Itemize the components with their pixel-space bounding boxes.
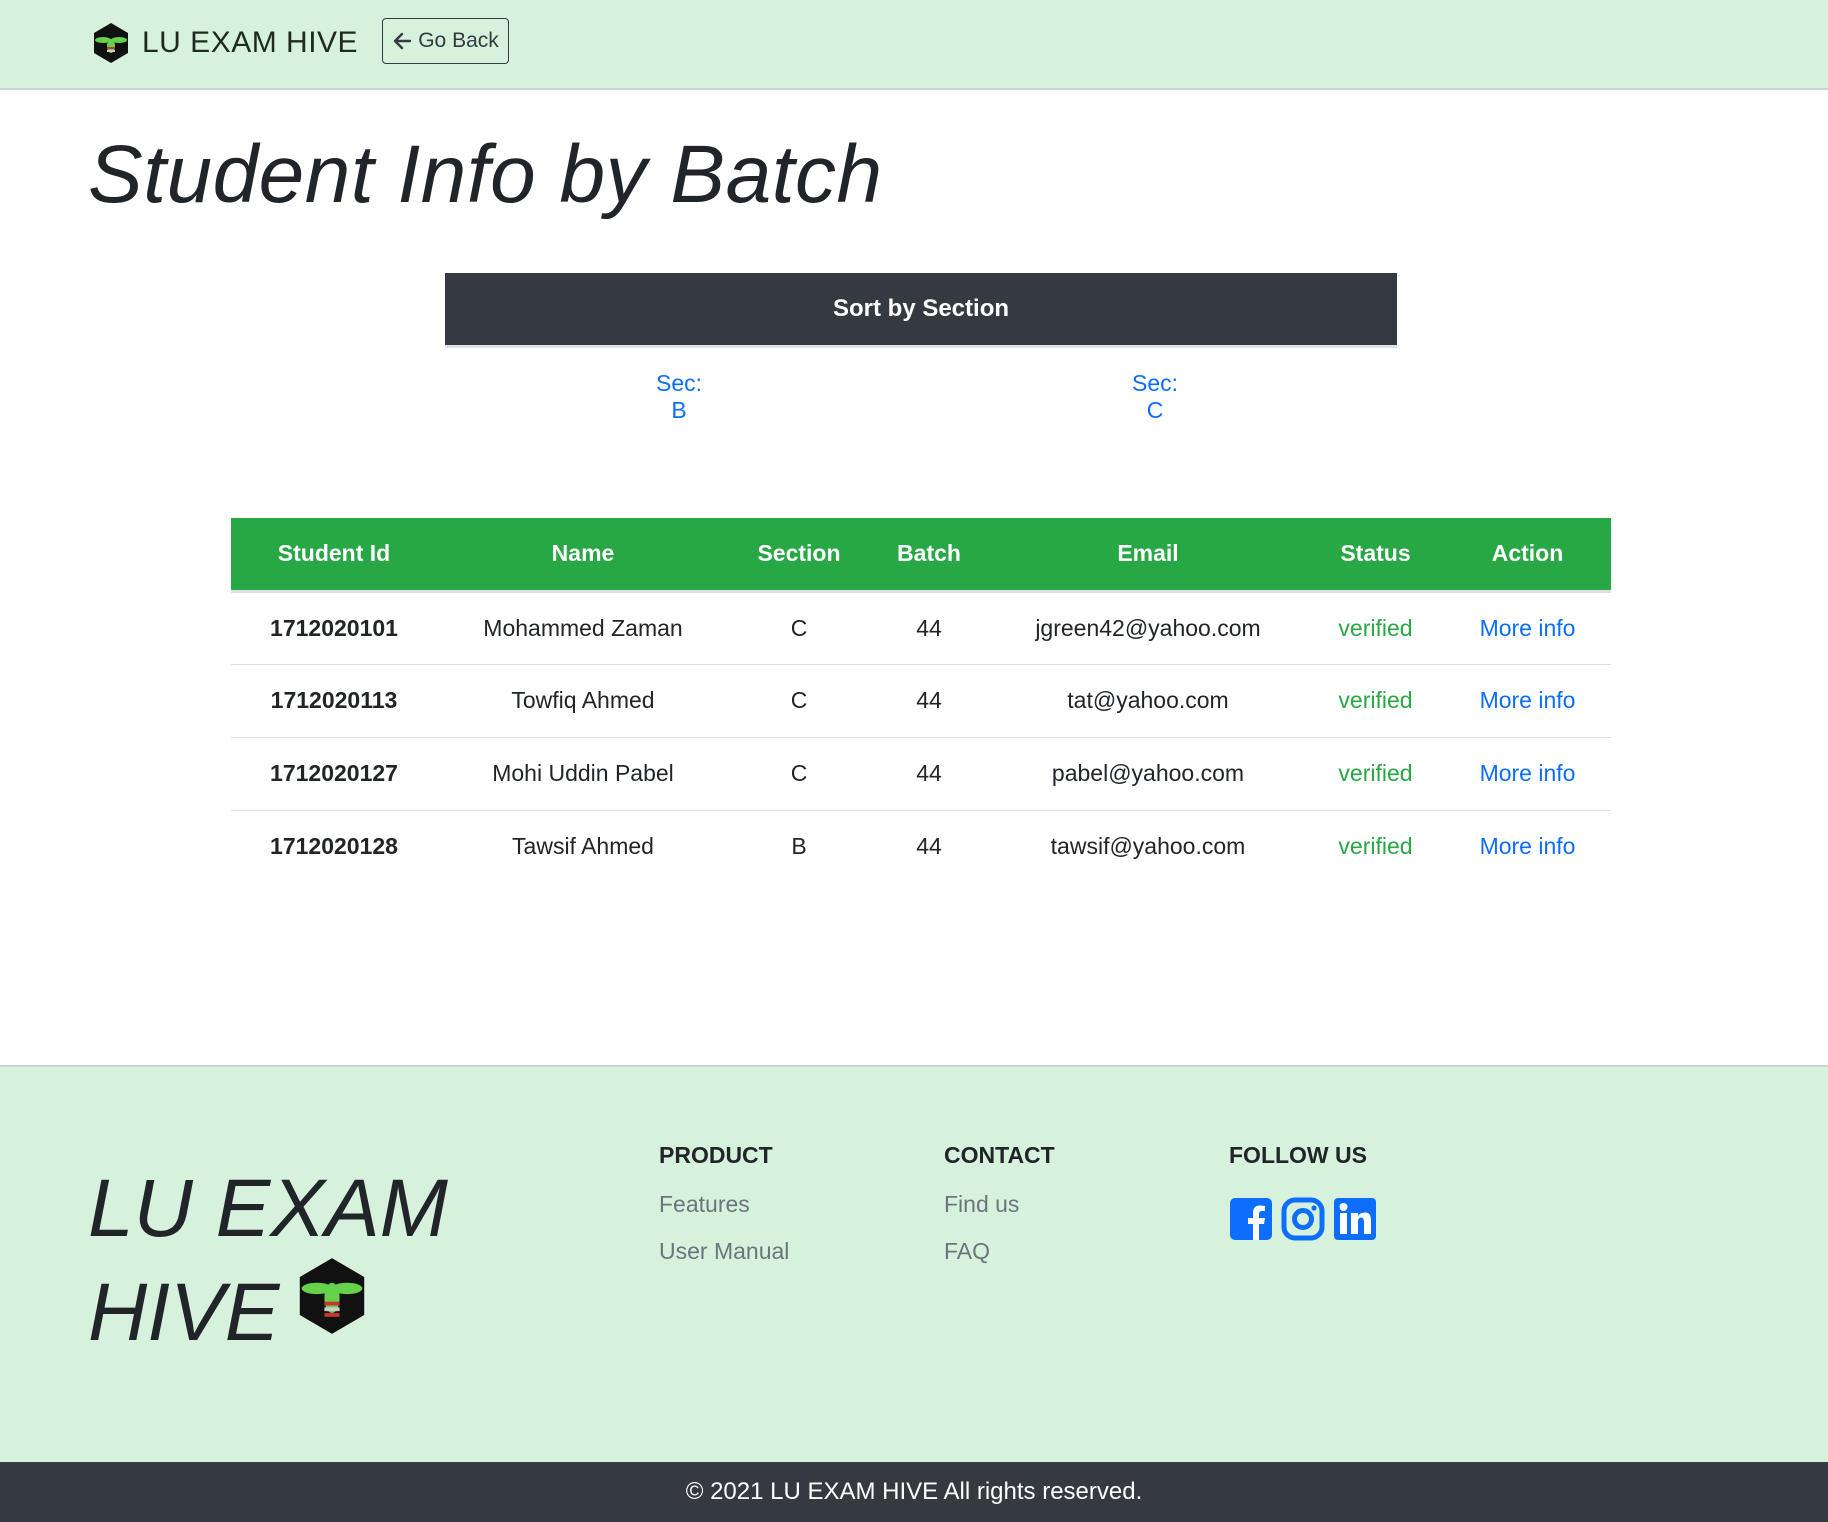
action-cell: More info bbox=[1444, 737, 1611, 811]
bee-logo-icon bbox=[94, 23, 128, 63]
section-cell: C bbox=[729, 664, 869, 738]
section-cell: C bbox=[729, 591, 869, 665]
status-cell: verified bbox=[1307, 664, 1444, 738]
column-header-name: Name bbox=[437, 518, 729, 593]
linkedin-icon[interactable] bbox=[1333, 1197, 1377, 1241]
copyright-bar: © 2021 LU EXAM HIVE All rights reserved. bbox=[0, 1462, 1828, 1522]
action-cell: More info bbox=[1444, 664, 1611, 738]
batch-cell: 44 bbox=[869, 737, 989, 811]
footer-contact-column: CONTACT Find us FAQ bbox=[944, 1142, 1055, 1285]
footer-brand-line1: LU EXAM bbox=[88, 1163, 448, 1254]
column-header-batch: Batch bbox=[869, 518, 989, 593]
action-cell: More info bbox=[1444, 591, 1611, 665]
section-cell: B bbox=[791, 833, 807, 860]
features-link[interactable]: Features bbox=[659, 1191, 789, 1218]
footer-brand: LU EXAM HIVE bbox=[88, 1157, 448, 1365]
brand-name: LU EXAM HIVE bbox=[142, 26, 359, 59]
navbar-brand[interactable]: LU EXAM HIVE bbox=[92, 22, 358, 64]
batch-cell: 44 bbox=[869, 591, 989, 665]
name-cell: Tawsif Ahmed bbox=[512, 833, 654, 860]
table-row: 1712020113 Towfiq Ahmed C 44 tat@yahoo.c… bbox=[231, 664, 1611, 738]
status-cell: verified bbox=[1338, 833, 1413, 860]
email-cell: pabel@yahoo.com bbox=[989, 737, 1307, 811]
name-cell: Towfiq Ahmed bbox=[437, 664, 729, 738]
table-row: 1712020101 Mohammed Zaman C 44 jgreen42@… bbox=[231, 591, 1611, 665]
facebook-icon[interactable] bbox=[1229, 1197, 1273, 1241]
footer-brand-line2: HIVE bbox=[88, 1267, 280, 1358]
go-back-label: Go Back bbox=[418, 29, 499, 52]
student-id-cell: 1712020128 bbox=[270, 833, 398, 860]
status-cell: verified bbox=[1307, 591, 1444, 665]
student-id-cell: 1712020127 bbox=[231, 737, 437, 811]
follow-us-heading: FOLLOW US bbox=[1229, 1142, 1367, 1168]
table-header-row: Student Id Name Section Batch Email Stat… bbox=[231, 518, 1611, 593]
section-c-link[interactable]: Sec: C bbox=[1123, 370, 1187, 424]
more-info-link[interactable]: More info bbox=[1480, 615, 1576, 641]
instagram-icon[interactable] bbox=[1281, 1197, 1325, 1241]
footer: LU EXAM HIVE PRODUCT Features User Manua… bbox=[0, 1065, 1828, 1462]
column-header-status: Status bbox=[1307, 518, 1444, 593]
action-cell: More info bbox=[1444, 810, 1611, 883]
batch-cell: 44 bbox=[869, 664, 989, 738]
footer-product-column: PRODUCT Features User Manual bbox=[659, 1142, 789, 1285]
student-table: Student Id Name Section Batch Email Stat… bbox=[231, 518, 1611, 883]
email-cell: tawsif@yahoo.com bbox=[1050, 833, 1246, 860]
more-info-link[interactable]: More info bbox=[1480, 760, 1576, 786]
footer-follow-column: FOLLOW US bbox=[1229, 1142, 1377, 1241]
more-info-link[interactable]: More info bbox=[1480, 687, 1576, 713]
user-manual-link[interactable]: User Manual bbox=[659, 1238, 789, 1265]
bee-logo-icon bbox=[299, 1258, 365, 1334]
product-heading: PRODUCT bbox=[659, 1142, 773, 1168]
column-header-email: Email bbox=[989, 518, 1307, 593]
arrow-left-icon bbox=[394, 32, 412, 50]
table-row: 1712020128 Tawsif Ahmed B 44 tawsif@yaho… bbox=[231, 810, 1611, 883]
column-header-action: Action bbox=[1444, 518, 1611, 593]
more-info-link[interactable]: More info bbox=[1480, 833, 1576, 859]
name-cell: Mohi Uddin Pabel bbox=[437, 737, 729, 811]
page-title: Student Info by Batch bbox=[88, 129, 883, 220]
student-id-cell: 1712020101 bbox=[231, 591, 437, 665]
navbar: LU EXAM HIVE Go Back bbox=[0, 0, 1828, 90]
section-b-link[interactable]: Sec: B bbox=[648, 370, 710, 424]
social-links bbox=[1229, 1197, 1377, 1241]
column-header-student-id: Student Id bbox=[231, 518, 437, 593]
student-id-cell: 1712020113 bbox=[231, 664, 437, 738]
name-cell: Mohammed Zaman bbox=[437, 591, 729, 665]
email-cell: tat@yahoo.com bbox=[989, 664, 1307, 738]
find-us-link[interactable]: Find us bbox=[944, 1191, 1055, 1218]
go-back-button[interactable]: Go Back bbox=[382, 18, 509, 64]
email-cell: jgreen42@yahoo.com bbox=[989, 591, 1307, 665]
contact-heading: CONTACT bbox=[944, 1142, 1055, 1168]
table-row: 1712020127 Mohi Uddin Pabel C 44 pabel@y… bbox=[231, 737, 1611, 811]
faq-link[interactable]: FAQ bbox=[944, 1238, 1055, 1265]
section-cell: C bbox=[729, 737, 869, 811]
sort-by-section-header: Sort by Section bbox=[445, 273, 1397, 348]
status-cell: verified bbox=[1307, 737, 1444, 811]
column-header-section: Section bbox=[729, 518, 869, 593]
batch-cell: 44 bbox=[916, 833, 942, 860]
